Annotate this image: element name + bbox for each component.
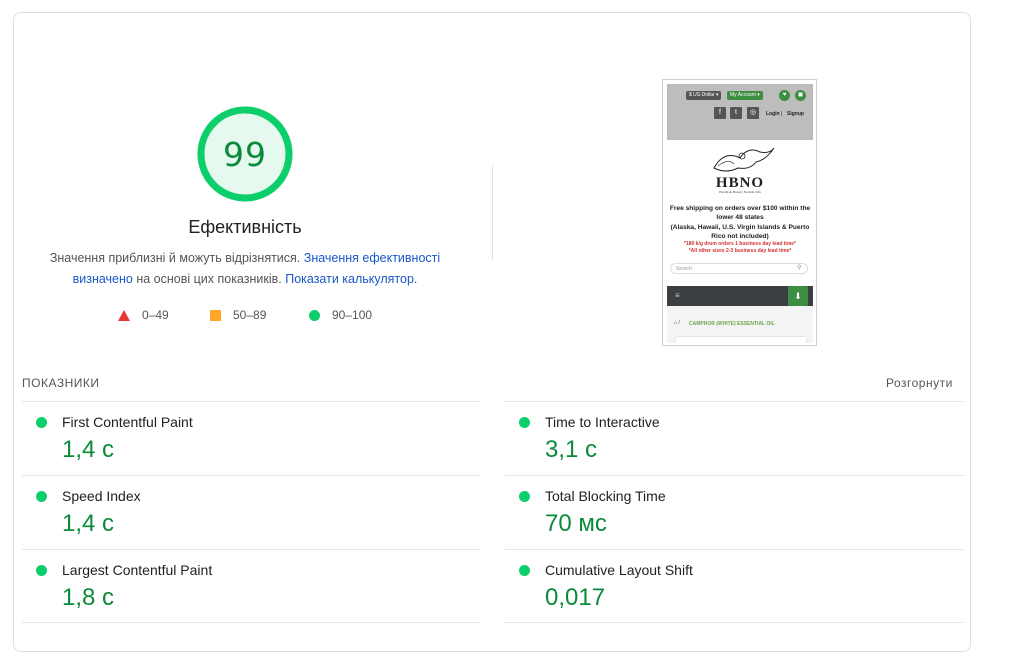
screenshot-search-field: Search (670, 263, 808, 274)
signup-link: Signup (787, 111, 804, 117)
heart-icon: ♥ (779, 90, 790, 101)
screenshot-search-icon: ⚲ (797, 265, 802, 271)
metric-name: Speed Index (62, 488, 141, 504)
metrics-section-label: ПОКАЗНИКИ (22, 376, 100, 390)
metric-value: 0,017 (545, 584, 606, 611)
metric-name: Total Blocking Time (545, 488, 666, 504)
metric-divider (505, 622, 964, 623)
legend-poor: 0–49 (118, 308, 169, 322)
screenshot-content: $ US Dollar ▾ My Account ▾ ♥ ◼ f t ◎ Log… (667, 84, 813, 343)
cart-icon: ◼ (795, 90, 806, 101)
performance-description: Значення приблизні й можуть відрізнятися… (46, 248, 444, 290)
expand-toggle[interactable]: Розгорнути (886, 376, 953, 390)
metric-name: Largest Contentful Paint (62, 562, 213, 578)
facebook-icon: f (714, 107, 726, 119)
green-circle-icon (519, 491, 530, 502)
metric-name: Time to Interactive (545, 414, 660, 430)
cherub-logo-icon (713, 147, 775, 172)
login-separator: | (781, 111, 783, 117)
performance-title: Ефективність (188, 217, 302, 237)
green-circle-icon (36, 491, 47, 502)
green-circle-icon (309, 309, 320, 321)
legend-poor-label: 0–49 (142, 308, 169, 322)
screenshot-header: $ US Dollar ▾ My Account ▾ ♥ ◼ f t ◎ Log… (667, 84, 813, 140)
home-icon: ⌂ / (674, 320, 680, 326)
screenshot-nav-bar: ≡ ⬇ (667, 286, 813, 306)
shipping-line-2: lower 48 states (716, 214, 764, 221)
twitter-icon: t (730, 107, 742, 119)
lead-time-line-1: *180 k/g drum orders 1 business day lead… (684, 241, 796, 247)
hbno-logo-subtitle: Health & Beauty Natural Oils (719, 190, 761, 194)
green-circle-icon (519, 417, 530, 428)
metric-divider (22, 622, 481, 623)
green-circle-icon (36, 417, 47, 428)
metric-name: Cumulative Layout Shift (545, 562, 693, 578)
desc-text-3: . (413, 272, 418, 286)
download-icon: ⬇ (788, 286, 808, 306)
login-link: Login (766, 111, 780, 117)
shipping-line-1: Free shipping on orders over $100 within… (669, 205, 811, 212)
orange-square-icon (210, 309, 221, 321)
metric-speed-index: Speed Index 1,4 с (22, 475, 481, 549)
metric-first-contentful-paint: First Contentful Paint 1,4 с (22, 401, 481, 475)
desc-text-2: на основі цих показників. (132, 272, 286, 286)
screenshot-content-box (675, 336, 807, 343)
menu-icon: ≡ (675, 291, 680, 300)
metric-value: 3,1 с (545, 436, 598, 463)
metric-cumulative-layout-shift: Cumulative Layout Shift 0,017 (505, 549, 964, 623)
metric-name: First Contentful Paint (62, 414, 193, 430)
screenshot-breadcrumb: CAMPHOR (WHITE) ESSENTIAL OIL (689, 321, 775, 327)
vertical-divider (492, 165, 493, 260)
metric-largest-contentful-paint: Largest Contentful Paint 1,8 с (22, 549, 481, 623)
account-pill: My Account ▾ (727, 91, 763, 100)
legend-average-label: 50–89 (233, 308, 267, 322)
instagram-icon: ◎ (747, 107, 759, 119)
metric-value: 1,4 с (62, 510, 115, 537)
performance-score: 99 (223, 134, 267, 174)
lead-time-line-2: *All other sizes 2-3 business day lead t… (688, 248, 792, 254)
metric-time-to-interactive: Time to Interactive 3,1 с (505, 401, 964, 475)
red-triangle-icon (118, 309, 130, 321)
legend-average: 50–89 (210, 308, 266, 322)
green-circle-icon (36, 565, 47, 576)
currency-pill: $ US Dollar ▾ (686, 91, 722, 100)
metric-value: 1,8 с (62, 584, 115, 611)
metric-value: 70 мс (545, 510, 607, 537)
legend-good: 90–100 (309, 308, 372, 322)
shipping-line-3: (Alaska, Hawaii, U.S. Virgin Islands & P… (670, 224, 810, 231)
metric-total-blocking-time: Total Blocking Time 70 мс (505, 475, 964, 549)
page-screenshot[interactable]: $ US Dollar ▾ My Account ▾ ♥ ◼ f t ◎ Log… (662, 79, 817, 346)
desc-text-1: Значення приблизні й можуть відрізнятися… (49, 251, 304, 265)
green-circle-icon (519, 565, 530, 576)
calculator-link[interactable]: Показати калькулятор (285, 272, 414, 286)
legend-good-label: 90–100 (332, 308, 373, 322)
metric-value: 1,4 с (62, 436, 115, 463)
shipping-line-4: Rico not included) (711, 233, 769, 240)
